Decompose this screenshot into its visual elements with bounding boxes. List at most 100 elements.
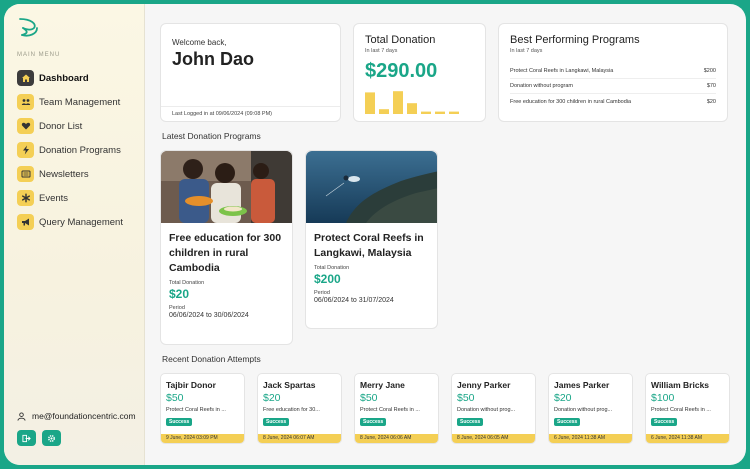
last-login: Last Logged in at 09/06/2024 (09:08 PM) bbox=[172, 111, 272, 117]
asterisk-icon bbox=[17, 190, 34, 206]
donation-program: Protect Coral Reefs in ... bbox=[360, 407, 420, 413]
status-badge: Success bbox=[554, 418, 581, 426]
donation-attempt-card[interactable]: Merry Jane $50 Protect Coral Reefs in ..… bbox=[354, 373, 439, 444]
donation-attempt-card[interactable]: James Parker $20 Donation without prog..… bbox=[548, 373, 633, 444]
logout-button[interactable] bbox=[17, 430, 36, 446]
total-donation-value: $200 bbox=[314, 272, 341, 286]
program-name[interactable]: Free education for 300 children in rural… bbox=[169, 231, 284, 276]
program-amount: $20 bbox=[706, 98, 716, 105]
donation-time: 9 June, 2024 03:09 PM bbox=[161, 434, 244, 443]
program-name: Free education for 300 children in rural… bbox=[510, 98, 632, 105]
sidebar-item-label: Donor List bbox=[39, 120, 83, 132]
donor-name: Jack Spartas bbox=[263, 380, 316, 390]
donation-bar bbox=[379, 109, 389, 114]
total-donation-label: Total Donation bbox=[169, 280, 205, 286]
status-badge: Success bbox=[360, 418, 387, 426]
program-name: Protect Coral Reefs in Langkawi, Malaysi… bbox=[510, 68, 614, 74]
logout-icon bbox=[22, 434, 31, 442]
period-value: 06/06/2024 to 31/07/2024 bbox=[314, 297, 394, 304]
program-card-langkawi[interactable]: Protect Coral Reefs in Langkawi, Malaysi… bbox=[305, 150, 438, 329]
heart-icon bbox=[17, 118, 34, 134]
period-label: Period bbox=[314, 290, 330, 296]
donation-program: Donation without prog... bbox=[457, 407, 516, 413]
user-email: me@foundationcentric.com bbox=[32, 411, 136, 421]
donation-amount: $50 bbox=[457, 392, 475, 404]
user-account: me@foundationcentric.com bbox=[17, 411, 136, 421]
donation-time: 8 June, 2024 06:06 AM bbox=[355, 434, 438, 443]
best-programs-subtitle: In last 7 days bbox=[510, 48, 543, 54]
donation-attempt-card[interactable]: William Bricks $100 Protect Coral Reefs … bbox=[645, 373, 730, 444]
donation-bar bbox=[435, 111, 445, 114]
sidebar-item-newsletters[interactable]: Newsletters bbox=[17, 162, 123, 186]
status-badge: Success bbox=[651, 418, 678, 426]
sidebar-item-label: Donation Programs bbox=[39, 144, 121, 156]
latest-programs-heading: Latest Donation Programs bbox=[162, 131, 261, 141]
program-amount: $70 bbox=[706, 83, 716, 89]
donation-attempt-card[interactable]: Jenny Parker $50 Donation without prog..… bbox=[451, 373, 536, 444]
list-item[interactable]: Free education for 300 children in rural… bbox=[510, 94, 716, 109]
program-card-cambodia[interactable]: Free education for 300 children in rural… bbox=[160, 150, 293, 345]
sidebar-item-label: Team Management bbox=[39, 96, 121, 108]
sidebar-item-events[interactable]: Events bbox=[17, 186, 123, 210]
main-menu: Dashboard Team Management Donor List Don… bbox=[17, 66, 123, 234]
donation-time: 8 June, 2024 06:05 AM bbox=[452, 434, 535, 443]
total-donation-card: Total Donation In last 7 days $290.00 bbox=[353, 23, 486, 122]
newspaper-icon bbox=[17, 166, 34, 182]
donor-name: Jenny Parker bbox=[457, 380, 511, 390]
app-frame: MAIN MENU Dashboard Team Management Dono… bbox=[4, 4, 746, 465]
sidebar-item-team-management[interactable]: Team Management bbox=[17, 90, 123, 114]
megaphone-icon bbox=[17, 214, 34, 230]
divider bbox=[161, 106, 340, 107]
sidebar-item-label: Query Management bbox=[39, 216, 123, 228]
total-donation-value: $20 bbox=[169, 287, 190, 301]
donation-amount: $50 bbox=[166, 392, 184, 404]
welcome-card: Welcome back, John Dao Last Logged in at… bbox=[160, 23, 341, 122]
settings-button[interactable] bbox=[42, 430, 61, 446]
status-badge: Success bbox=[166, 418, 193, 426]
donor-name: William Bricks bbox=[651, 380, 710, 390]
period-label: Period bbox=[169, 305, 185, 311]
list-item[interactable]: Protect Coral Reefs in Langkawi, Malaysi… bbox=[510, 64, 716, 79]
sidebar-item-dashboard[interactable]: Dashboard bbox=[17, 66, 123, 90]
period-value: 06/06/2024 to 30/06/2024 bbox=[169, 312, 249, 319]
sidebar-item-donation-programs[interactable]: Donation Programs bbox=[17, 138, 123, 162]
donation-program: Donation without prog... bbox=[554, 407, 613, 413]
program-name: Donation without program bbox=[510, 83, 573, 89]
recent-attempts-heading: Recent Donation Attempts bbox=[162, 354, 261, 364]
donation-attempt-card[interactable]: Tajbir Donor $50 Protect Coral Reefs in … bbox=[160, 373, 245, 444]
best-programs-title: Best Performing Programs bbox=[510, 34, 640, 46]
best-programs-list: Protect Coral Reefs in Langkawi, Malaysi… bbox=[510, 64, 716, 109]
sidebar-item-donor-list[interactable]: Donor List bbox=[17, 114, 123, 138]
donation-time: 6 June, 2024 11:38 AM bbox=[646, 434, 729, 443]
donor-name: James Parker bbox=[554, 380, 610, 390]
donation-amount: $50 bbox=[360, 392, 378, 404]
best-programs-card: Best Performing Programs In last 7 days … bbox=[498, 23, 728, 122]
status-badge: Success bbox=[263, 418, 290, 426]
total-donation-amount: $290.00 bbox=[365, 60, 438, 82]
total-donation-subtitle: In last 7 days bbox=[365, 48, 398, 54]
gear-icon bbox=[48, 434, 55, 442]
donation-program: Protect Coral Reefs in ... bbox=[166, 407, 226, 413]
sidebar-item-query-management[interactable]: Query Management bbox=[17, 210, 123, 234]
sidebar: MAIN MENU Dashboard Team Management Dono… bbox=[4, 4, 145, 465]
donation-bar bbox=[449, 111, 459, 114]
status-badge: Success bbox=[457, 418, 484, 426]
donation-time: 8 June, 2024 06:07 AM bbox=[258, 434, 341, 443]
list-item[interactable]: Donation without program $70 bbox=[510, 79, 716, 94]
program-details: Protect Coral Reefs in Langkawi, Malaysi… bbox=[314, 231, 429, 304]
donation-attempt-card[interactable]: Jack Spartas $20 Free education for 30..… bbox=[257, 373, 342, 444]
donation-bar bbox=[393, 91, 403, 114]
donation-program: Free education for 30... bbox=[263, 407, 320, 413]
program-name[interactable]: Protect Coral Reefs in Langkawi, Malaysi… bbox=[314, 231, 429, 261]
user-name: John Dao bbox=[172, 49, 255, 69]
sidebar-item-label: Events bbox=[39, 192, 69, 204]
donation-program: Protect Coral Reefs in ... bbox=[651, 407, 711, 413]
donation-time: 6 June, 2024 11:38 AM bbox=[549, 434, 632, 443]
welcome-greeting: Welcome back, bbox=[172, 38, 227, 47]
menu-title: MAIN MENU bbox=[17, 52, 61, 58]
sidebar-item-label: Dashboard bbox=[39, 72, 89, 84]
total-donation-title: Total Donation bbox=[365, 34, 436, 46]
donation-amount: $20 bbox=[263, 392, 281, 404]
bolt-icon bbox=[17, 142, 34, 158]
program-image-children bbox=[161, 151, 292, 223]
